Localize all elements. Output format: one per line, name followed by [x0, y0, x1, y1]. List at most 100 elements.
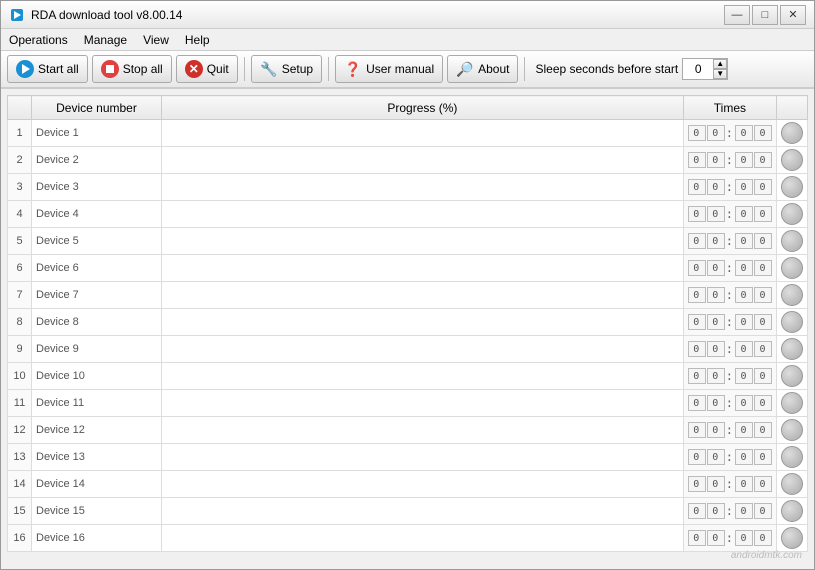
table-row: 1 Device 1 00 : 00 [8, 120, 808, 147]
table-row: 4 Device 4 00 : 00 [8, 201, 808, 228]
status-indicator [781, 311, 803, 333]
status-cell [777, 255, 808, 282]
device-name-cell: Device 9 [32, 336, 162, 363]
row-number: 14 [8, 471, 32, 498]
times-cell: 00 : 00 [683, 309, 776, 336]
times-display: 00 : 00 [688, 503, 772, 519]
progress-cell [162, 120, 684, 147]
device-name-cell: Device 13 [32, 444, 162, 471]
times-cell: 00 : 00 [683, 120, 776, 147]
row-number: 1 [8, 120, 32, 147]
row-number: 11 [8, 390, 32, 417]
about-button[interactable]: 🔎 About [447, 55, 518, 83]
quit-label: Quit [207, 62, 229, 76]
times-cell: 00 : 00 [683, 444, 776, 471]
table-row: 14 Device 14 00 : 00 [8, 471, 808, 498]
close-button[interactable]: ✕ [780, 5, 806, 25]
status-indicator [781, 446, 803, 468]
status-cell [777, 444, 808, 471]
col-device-header: Device number [32, 96, 162, 120]
status-cell [777, 120, 808, 147]
table-row: 12 Device 12 00 : 00 [8, 417, 808, 444]
manual-button[interactable]: ❓ User manual [335, 55, 443, 83]
menu-help[interactable]: Help [177, 29, 218, 50]
stop-all-button[interactable]: Stop all [92, 55, 172, 83]
status-cell [777, 471, 808, 498]
table-row: 8 Device 8 00 : 00 [8, 309, 808, 336]
times-display: 00 : 00 [688, 260, 772, 276]
progress-cell [162, 525, 684, 552]
table-row: 6 Device 6 00 : 00 [8, 255, 808, 282]
sleep-label: Sleep seconds before start [535, 62, 678, 76]
status-cell [777, 390, 808, 417]
col-progress-header: Progress (%) [162, 96, 684, 120]
progress-cell [162, 471, 684, 498]
status-indicator [781, 338, 803, 360]
status-cell [777, 201, 808, 228]
status-indicator [781, 500, 803, 522]
table-row: 2 Device 2 00 : 00 [8, 147, 808, 174]
setup-button[interactable]: 🔧 Setup [251, 55, 322, 83]
col-num-header [8, 96, 32, 120]
status-cell [777, 228, 808, 255]
separator-2 [328, 57, 329, 81]
col-status-header [777, 96, 808, 120]
quit-button[interactable]: ✕ Quit [176, 55, 238, 83]
watermark: androidmtk.com [731, 550, 802, 561]
progress-cell [162, 147, 684, 174]
status-indicator [781, 419, 803, 441]
start-all-button[interactable]: Start all [7, 55, 88, 83]
table-row: 5 Device 5 00 : 00 [8, 228, 808, 255]
status-cell [777, 336, 808, 363]
start-icon [16, 60, 34, 78]
status-indicator [781, 176, 803, 198]
times-cell: 00 : 00 [683, 498, 776, 525]
progress-cell [162, 336, 684, 363]
sleep-input-group: ▲ ▼ [682, 58, 728, 80]
menu-operations[interactable]: Operations [1, 29, 76, 50]
times-cell: 00 : 00 [683, 147, 776, 174]
start-all-label: Start all [38, 62, 79, 76]
times-cell: 00 : 00 [683, 282, 776, 309]
times-display: 00 : 00 [688, 233, 772, 249]
sleep-down-button[interactable]: ▼ [713, 69, 727, 79]
sleep-up-button[interactable]: ▲ [713, 59, 727, 69]
device-name-cell: Device 12 [32, 417, 162, 444]
status-cell [777, 174, 808, 201]
window-title: RDA download tool v8.00.14 [31, 8, 182, 22]
wrench-icon: 🔧 [260, 60, 278, 78]
minimize-button[interactable]: — [724, 5, 750, 25]
table-row: 11 Device 11 00 : 00 [8, 390, 808, 417]
stop-all-label: Stop all [123, 62, 163, 76]
device-name-cell: Device 8 [32, 309, 162, 336]
main-content: Device number Progress (%) Times 1 Devic… [1, 89, 814, 569]
about-label: About [478, 62, 509, 76]
status-cell [777, 498, 808, 525]
status-indicator [781, 392, 803, 414]
row-number: 9 [8, 336, 32, 363]
status-indicator [781, 257, 803, 279]
times-display: 00 : 00 [688, 152, 772, 168]
times-cell: 00 : 00 [683, 201, 776, 228]
times-display: 00 : 00 [688, 422, 772, 438]
progress-cell [162, 498, 684, 525]
device-name-cell: Device 10 [32, 363, 162, 390]
maximize-button[interactable]: □ [752, 5, 778, 25]
times-display: 00 : 00 [688, 179, 772, 195]
status-indicator [781, 473, 803, 495]
device-name-cell: Device 2 [32, 147, 162, 174]
status-indicator [781, 527, 803, 549]
times-cell: 00 : 00 [683, 390, 776, 417]
progress-cell [162, 282, 684, 309]
times-cell: 00 : 00 [683, 228, 776, 255]
times-display: 00 : 00 [688, 314, 772, 330]
title-buttons: — □ ✕ [724, 5, 806, 25]
times-display: 00 : 00 [688, 476, 772, 492]
stop-icon [101, 60, 119, 78]
sleep-input[interactable] [683, 59, 713, 79]
progress-cell [162, 309, 684, 336]
times-display: 00 : 00 [688, 368, 772, 384]
menu-manage[interactable]: Manage [76, 29, 135, 50]
device-name-cell: Device 7 [32, 282, 162, 309]
menu-view[interactable]: View [135, 29, 177, 50]
